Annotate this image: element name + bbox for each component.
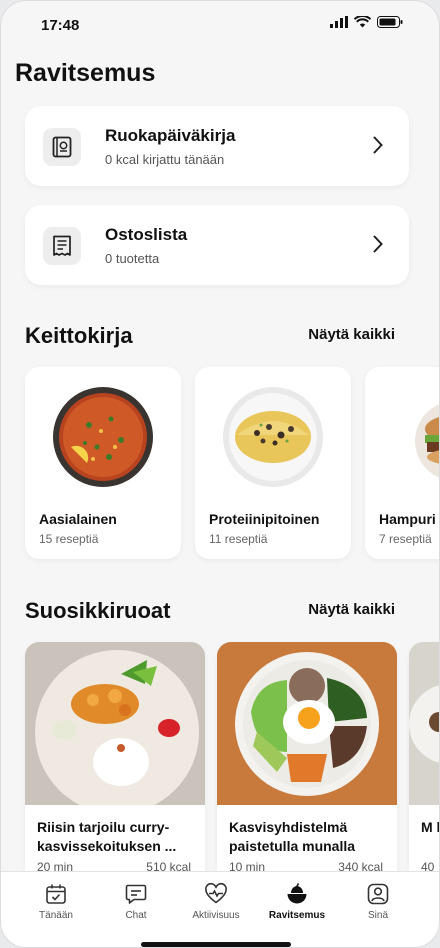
omelette-image [223, 387, 323, 487]
favorite-recipe-name: Riisin tarjoilu curry-kasvissekoituksen … [37, 819, 177, 854]
favorite-recipe-card[interactable]: M ka 40 [409, 642, 439, 882]
tab-activity[interactable]: Aktiivisuus [176, 882, 256, 921]
food-diary-subtitle: 0 kcal kirjattu tänään [105, 152, 225, 167]
cookbook-section-title: Keittokirja [25, 323, 133, 348]
chevron-right-icon [373, 235, 383, 253]
burger-image [415, 404, 439, 478]
page-title: Ravitsemus [15, 59, 156, 87]
chevron-right-icon [373, 136, 383, 154]
cookbook-category-name: Aasialainen [39, 511, 117, 527]
shopping-list-card[interactable]: Ostoslista 0 tuotetta [25, 205, 409, 285]
home-indicator [141, 942, 291, 947]
food-diary-card[interactable]: Ruokapäiväkirja 0 kcal kirjattu tänään [25, 106, 409, 186]
tab-label: Sinä [367, 910, 388, 921]
tab-profile[interactable]: Sinä [338, 882, 418, 921]
tab-label: Aktiivisuus [192, 910, 240, 921]
status-time: 17:48 [41, 17, 80, 34]
battery-icon [377, 16, 403, 28]
tab-label: Ravitsemus [268, 910, 326, 921]
favorite-recipe-card[interactable]: Kasvisyhdistelmä paistetulla munalla 10 … [217, 642, 397, 882]
favorite-recipe-card[interactable]: Riisin tarjoilu curry-kasvissekoituksen … [25, 642, 205, 882]
heart-pulse-icon [205, 882, 227, 904]
cookbook-category-card[interactable]: Proteiinipitoinen 11 reseptiä [195, 367, 351, 559]
food-diary-title: Ruokapäiväkirja [105, 126, 236, 145]
cookbook-category-card[interactable]: Aasialainen 15 reseptiä [25, 367, 181, 559]
curry-rice-photo [25, 642, 205, 805]
shopping-list-icon [43, 227, 81, 265]
favorite-recipe-name: M ka [421, 819, 439, 835]
shopping-list-subtitle: 0 tuotetta [105, 251, 160, 266]
status-bar: 17:48 [1, 1, 439, 47]
cookbook-category-count: 7 reseptiä [379, 532, 432, 546]
shopping-list-title: Ostoslista [105, 225, 188, 244]
cookbook-category-count: 11 reseptiä [209, 532, 268, 546]
asian-dish-image [53, 387, 153, 487]
cookbook-category-name: Proteiinipitoinen [209, 511, 320, 527]
cookbook-category-name: Hampuri [379, 511, 436, 527]
calendar-check-icon [46, 884, 66, 904]
tab-today[interactable]: Tänään [16, 882, 96, 921]
food-bowl-icon [287, 883, 307, 904]
dish-photo [409, 642, 439, 805]
tab-nutrition[interactable]: Ravitsemus [257, 882, 337, 921]
tab-chat[interactable]: Chat [96, 882, 176, 921]
favorite-recipe-name: Kasvisyhdistelmä paistetulla munalla [229, 819, 356, 854]
veggie-egg-bowl-photo [217, 642, 397, 805]
bottom-tab-bar: Tänään Chat Aktiivisuus Ravitsemus Sinä [1, 871, 439, 947]
cookbook-see-all-link[interactable]: Näytä kaikki [308, 326, 395, 343]
favorites-section-title: Suosikkiruoat [25, 598, 171, 623]
chat-bubble-icon [125, 884, 147, 904]
food-diary-icon [43, 128, 81, 166]
cookbook-category-count: 15 reseptiä [39, 532, 99, 546]
cookbook-category-card[interactable]: Hampuri 7 reseptiä [365, 367, 439, 559]
profile-icon [367, 883, 389, 905]
signal-icon [330, 16, 348, 28]
favorites-see-all-link[interactable]: Näytä kaikki [308, 601, 395, 618]
wifi-icon [354, 16, 371, 28]
status-icons [330, 16, 403, 28]
tab-label: Chat [125, 910, 147, 921]
tab-label: Tänään [39, 910, 73, 921]
phone-screen: 17:48 Ravitsemus Ruokapäiväkirja 0 kcal … [0, 0, 440, 948]
